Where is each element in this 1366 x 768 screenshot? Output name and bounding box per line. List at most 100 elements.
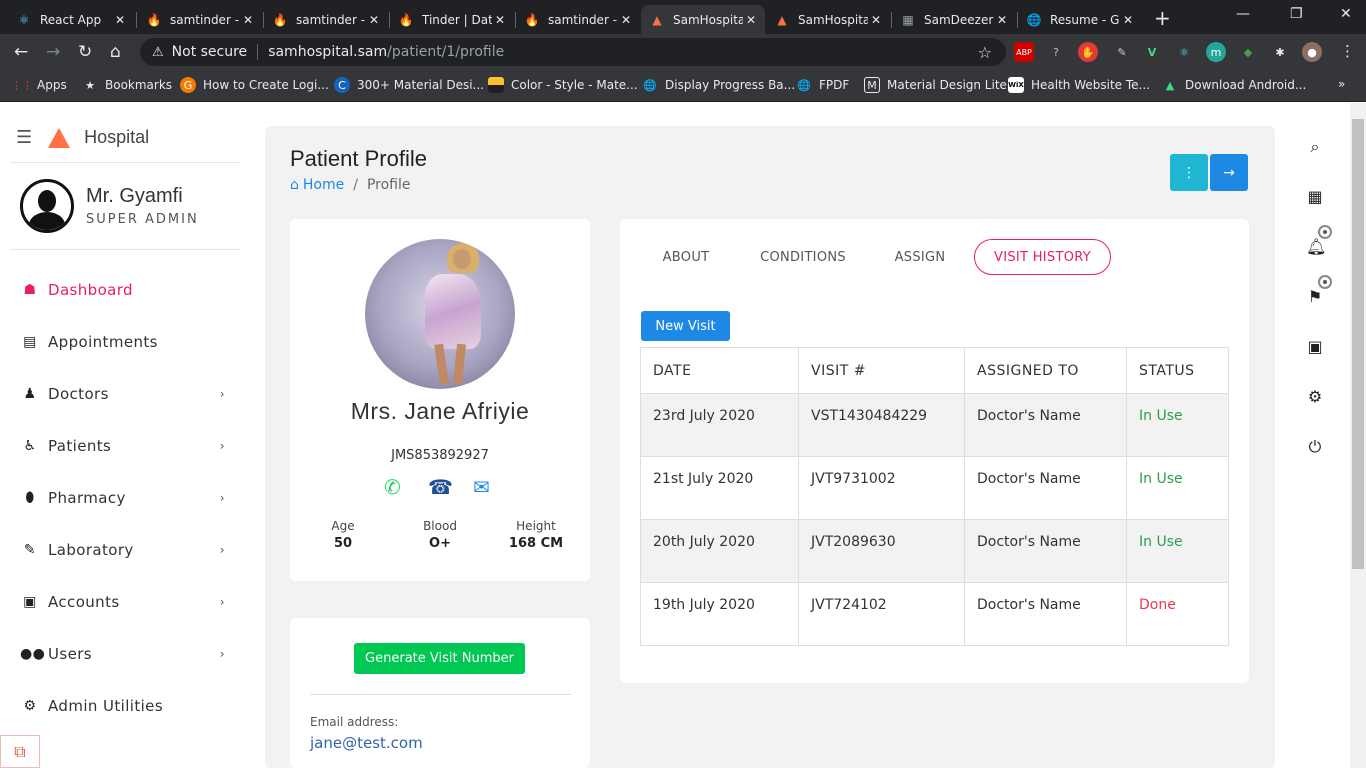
table-row[interactable]: 20th July 2020 JVT2089630 Doctor's Name … [640,519,1229,583]
generate-visit-number-button[interactable]: Generate Visit Number [354,643,525,674]
bookmark-item[interactable]: ▲ Download Android... [1162,77,1307,93]
new-tab-button[interactable]: + [1154,6,1171,30]
stat-value: 168 CM [508,536,564,551]
bookmark-item[interactable]: 🌐 Display Progress Ba... [642,77,795,93]
tab-label: ASSIGN [894,249,946,265]
bookmark-item[interactable]: WiX Health Website Te... [1008,77,1150,93]
table-row[interactable]: 19th July 2020 JVT724102 Doctor's Name D… [640,582,1229,646]
minimize-icon[interactable]: — [1236,6,1250,22]
phone-icon[interactable]: ☎ [428,475,453,499]
breadcrumb: ⌂ Home / Profile [290,177,410,193]
extension-icon[interactable]: ◆ [1238,42,1258,62]
browser-tab[interactable]: 🔥 Tinder | Dat ✕ [390,5,514,34]
sidebar: ☰ Hospital Mr. Gyamfi SUPER ADMIN ☗ Dashb… [0,103,250,768]
scrollbar-thumb[interactable] [1352,119,1364,569]
table-row[interactable]: 21st July 2020 JVT9731002 Doctor's Name … [640,456,1229,520]
laravel-debugbar-icon[interactable]: ⧉ [0,735,40,768]
extension-icon[interactable]: ✋ [1078,42,1098,62]
extension-icon[interactable]: ✎ [1112,42,1132,62]
close-icon[interactable]: ✕ [994,13,1010,27]
close-icon[interactable]: ✕ [868,13,884,27]
sidebar-item-doctors[interactable]: ♟ Doctors › [20,381,240,407]
reload-icon[interactable]: ↻ [78,42,92,62]
whatsapp-icon[interactable]: ✆ [384,475,401,499]
bookmark-apps[interactable]: ⋮⋮ Apps [11,77,67,93]
tab-visit-history[interactable]: VISIT HISTORY [974,239,1111,275]
restore-icon[interactable]: ❐ [1290,6,1303,22]
bookmarks-overflow-icon[interactable]: » [1338,77,1345,91]
bookmark-site-icon: G [180,77,196,93]
tab-assign[interactable]: ASSIGN [882,239,958,275]
sidebar-item-pharmacy[interactable]: ⬮ Pharmacy › [20,485,240,511]
sidebar-item-appointments[interactable]: ▤ Appointments [20,329,240,355]
bookmark-item[interactable]: M Material Design Lite [864,77,1007,93]
browser-tab[interactable]: 🌐 Resume - G ✕ [1018,5,1142,34]
sidebar-item-laboratory[interactable]: ✎ Laboratory › [20,537,240,563]
sidebar-item-dashboard[interactable]: ☗ Dashboard [20,277,240,303]
close-icon[interactable]: ✕ [1120,13,1136,27]
sidebar-item-patients[interactable]: ♿ Patients › [20,433,240,459]
browser-tab[interactable]: ▲ SamHospita ✕ [766,5,890,34]
scrollbar[interactable] [1350,103,1366,768]
page-title: Patient Profile [290,146,427,171]
close-icon[interactable]: ✕ [618,13,634,27]
close-icon[interactable]: ✕ [112,13,128,27]
sidebar-item-label: Patients [48,437,112,455]
back-icon[interactable]: ← [14,42,28,62]
vue-devtools-icon[interactable]: V [1142,42,1162,62]
browser-tab[interactable]: 🔥 samtinder - ✕ [264,5,388,34]
sidebar-item-users[interactable]: ●● Users › [20,641,240,667]
email-value[interactable]: jane@test.com [310,734,423,752]
search-icon[interactable]: ⌕ [1306,137,1324,157]
close-icon[interactable]: ✕ [240,13,256,27]
gear-icon[interactable]: ⚙ [1306,387,1324,406]
bookmark-item[interactable]: C 300+ Material Desi... [334,77,484,93]
user-profile[interactable]: Mr. Gyamfi SUPER ADMIN [20,179,199,233]
hospital-logo-icon [48,127,71,148]
chevron-right-icon: › [219,647,225,661]
address-bar[interactable]: ⚠ Not secure samhospital.sam/patient/1/p… [140,38,1006,66]
email-icon[interactable]: ✉ [473,475,490,499]
sidebar-item-admin-utilities[interactable]: ⚙ Admin Utilities [20,693,240,719]
forward-arrow-button[interactable]: → [1210,154,1248,191]
pills-icon: ⬮ [25,490,35,506]
bookmark-star-icon[interactable]: ☆ [978,43,992,62]
bookmark-item[interactable]: Color - Style - Mate... [488,77,638,93]
cogs-icon: ⚙ [23,698,37,714]
table-row[interactable]: 23rd July 2020 VST1430484229 Doctor's Na… [640,393,1229,457]
close-icon[interactable]: ✕ [492,13,508,27]
react-devtools-icon[interactable]: ⚛ [1174,42,1194,62]
home-icon[interactable]: ⌂ [110,42,121,62]
close-icon[interactable]: ✕ [366,13,382,27]
extensions-puzzle-icon[interactable]: ✱ [1270,42,1290,62]
forward-icon[interactable]: → [46,42,60,62]
visit-date: 21st July 2020 [640,456,799,520]
browser-tab[interactable]: 🔥 samtinder - ✕ [516,5,640,34]
window-close-icon[interactable]: ✕ [1340,6,1352,22]
bookmark-item[interactable]: G How to Create Logi... [180,77,329,93]
adblock-icon[interactable]: ABP [1014,42,1034,62]
new-visit-button[interactable]: New Visit [641,311,730,341]
profile-avatar-icon[interactable]: ● [1302,42,1322,62]
flag-icon[interactable]: ⚑ [1306,275,1332,306]
sidebar-item-accounts[interactable]: ▣ Accounts › [20,589,240,615]
calendar-icon[interactable]: ▣ [1306,337,1324,356]
bookmark-item[interactable]: 🌐 FPDF [796,77,849,93]
apps-grid-icon[interactable]: ▦ [1306,187,1324,206]
browser-tab-active[interactable]: ▲ SamHospita ✕ [641,5,765,34]
power-icon[interactable]: ⏻ [1306,437,1324,457]
bell-icon[interactable]: 🔔︎ [1306,225,1332,256]
browser-tab[interactable]: ▦ SamDeezer ✕ [892,5,1016,34]
extension-icon[interactable]: ? [1046,42,1066,62]
bookmark-bookmarks[interactable]: ★ Bookmarks [82,77,172,93]
tab-conditions[interactable]: CONDITIONS [749,239,857,275]
browser-menu-icon[interactable]: ⋮ [1340,42,1355,60]
hamburger-menu-icon[interactable]: ☰ [16,127,32,148]
browser-tab[interactable]: 🔥 samtinder - ✕ [138,5,262,34]
close-icon[interactable]: ✕ [743,13,759,27]
breadcrumb-home[interactable]: ⌂ Home [290,177,344,193]
more-options-button[interactable]: ⋮ [1170,154,1208,191]
tab-about[interactable]: ABOUT [640,239,732,275]
extension-icon[interactable]: m [1206,42,1226,62]
browser-tab[interactable]: ⚛ React App ✕ [8,5,134,34]
